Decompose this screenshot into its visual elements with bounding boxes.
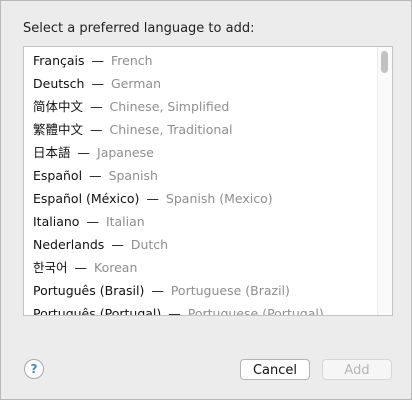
- list-item[interactable]: 한국어 — Korean: [24, 256, 378, 279]
- vertical-scrollbar[interactable]: [377, 47, 392, 315]
- separator: —: [91, 53, 105, 68]
- list-item[interactable]: Deutsch — German: [24, 72, 378, 95]
- language-native-name: 한국어: [33, 260, 68, 275]
- help-button[interactable]: ?: [24, 359, 44, 379]
- dialog-title: Select a preferred language to add:: [23, 21, 255, 36]
- list-item[interactable]: Português (Brasil) — Portuguese (Brazil): [24, 279, 378, 302]
- separator: —: [111, 237, 124, 252]
- language-native-name: Português (Portugal): [33, 306, 162, 316]
- separator: —: [77, 145, 91, 160]
- cancel-button[interactable]: Cancel: [240, 359, 310, 380]
- separator: —: [74, 260, 88, 275]
- list-item[interactable]: Français — French: [24, 49, 378, 72]
- language-native-name: Nederlands: [33, 237, 105, 252]
- separator: —: [90, 122, 103, 137]
- language-native-name: Português (Brasil): [33, 283, 145, 298]
- separator: —: [86, 214, 99, 229]
- language-english-name: Spanish (Mexico): [165, 191, 273, 206]
- scrollbar-thumb[interactable]: [381, 51, 388, 73]
- language-native-name: Italiano: [33, 214, 80, 229]
- language-native-name: 简体中文: [33, 99, 84, 114]
- list-item[interactable]: Português (Portugal) — Portuguese (Portuga…: [24, 302, 378, 316]
- list-item[interactable]: 简体中文 — Chinese, Simplified: [24, 95, 378, 118]
- language-native-name: Español (México): [33, 191, 140, 206]
- language-native-name: Español: [33, 168, 83, 183]
- language-english-name: French: [111, 53, 153, 68]
- separator: —: [168, 306, 181, 316]
- list-item[interactable]: Español (México) — Spanish (Mexico): [24, 187, 378, 210]
- separator: —: [90, 99, 103, 114]
- language-english-name: Chinese, Simplified: [109, 99, 230, 114]
- language-english-name: Portuguese (Brazil): [170, 283, 290, 298]
- list-item[interactable]: Español — Spanish: [24, 164, 378, 187]
- language-native-name: 繁體中文: [33, 122, 84, 137]
- list-item[interactable]: Nederlands — Dutch: [24, 233, 378, 256]
- language-english-name: Dutch: [130, 237, 169, 252]
- language-english-name: Italian: [105, 214, 145, 229]
- language-english-name: Korean: [94, 260, 138, 275]
- language-english-name: Chinese, Traditional: [109, 122, 233, 137]
- language-native-name: 日本語: [33, 145, 71, 160]
- list-item[interactable]: 繁體中文 — Chinese, Traditional: [24, 118, 378, 141]
- list-item[interactable]: Italiano — Italian: [24, 210, 378, 233]
- language-english-name: Portuguese (Portugal): [187, 306, 324, 316]
- separator: —: [146, 191, 159, 206]
- separator: —: [151, 283, 164, 298]
- add-button[interactable]: Add: [322, 359, 392, 380]
- language-english-name: Spanish: [108, 168, 158, 183]
- language-list[interactable]: Français — French Deutsch — German 简体中文 — Chin…: [23, 46, 393, 316]
- language-english-name: German: [110, 76, 162, 91]
- list-item[interactable]: 日本語 — Japanese: [24, 141, 378, 164]
- separator: —: [89, 168, 102, 183]
- language-native-name: Français: [33, 53, 85, 68]
- language-native-name: Deutsch: [33, 76, 85, 91]
- language-english-name: Japanese: [97, 145, 154, 160]
- language-dialog: Select a preferred language to add: Fran…: [0, 0, 412, 400]
- language-list-items: Français — French Deutsch — German 简体中文 — Chin…: [24, 47, 378, 316]
- separator: —: [91, 76, 104, 91]
